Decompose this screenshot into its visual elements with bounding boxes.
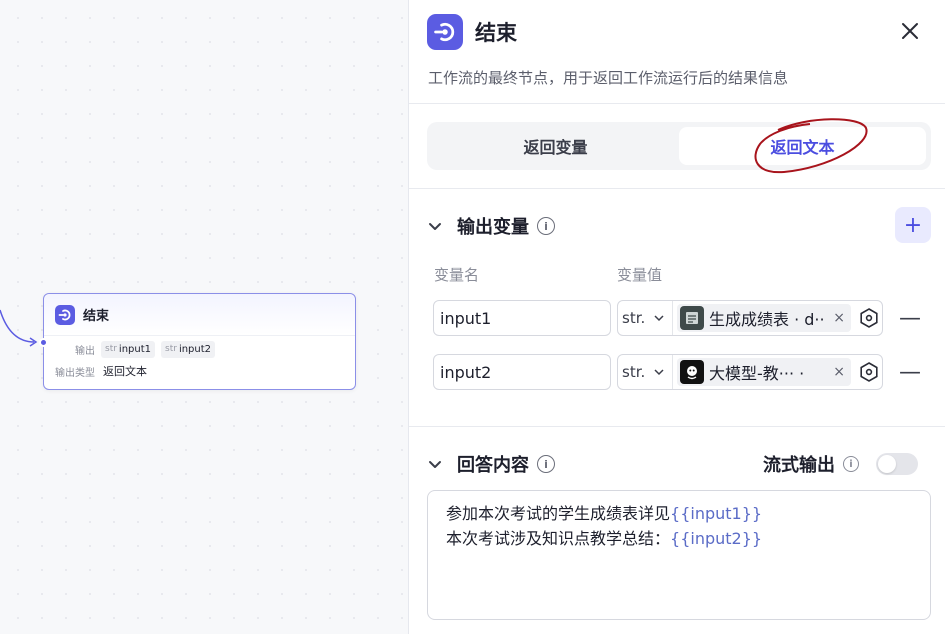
remove-reference-icon[interactable]: ×: [833, 310, 845, 326]
output-variables-header: 输出变量 i: [427, 213, 555, 239]
output-type-value: 返回文本: [103, 365, 147, 378]
delete-variable-button[interactable]: —: [899, 360, 921, 385]
info-icon[interactable]: i: [843, 456, 859, 472]
end-node-icon: [427, 14, 463, 50]
variable-picker-icon[interactable]: [857, 360, 881, 384]
llm-avatar-icon: [680, 360, 704, 384]
answer-line: 本次考试涉及知识点教学总结：{{input2}}: [446, 529, 763, 548]
variable-token: {{input1}}: [670, 504, 763, 523]
output-tag-input2: str input2: [161, 340, 216, 358]
delete-variable-button[interactable]: —: [899, 306, 921, 331]
variable-row: str. 生成成绩表 · d·· × —: [433, 300, 921, 336]
connection-edge: [0, 309, 38, 347]
chevron-down-icon: [654, 369, 664, 376]
divider: [409, 188, 945, 189]
node-input-port[interactable]: [39, 338, 48, 347]
tab-return-text[interactable]: 返回文本: [679, 127, 926, 165]
column-header-value: 变量值: [617, 266, 663, 284]
chevron-down-icon: [654, 315, 664, 322]
type-select[interactable]: str.: [618, 355, 673, 389]
stream-output-label: 流式输出: [763, 455, 835, 476]
end-node-header: 结束: [44, 294, 355, 336]
info-icon[interactable]: i: [537, 455, 555, 473]
workflow-canvas[interactable]: 结束 输出 str input1 str input2 输出类型 返回文本: [0, 0, 408, 634]
answer-content-header: 回答内容 i: [427, 451, 555, 477]
variable-reference-chip[interactable]: 生成成绩表 · d·· ×: [677, 304, 851, 332]
node-avatar-icon: [680, 306, 704, 330]
variable-row: str. 大模型-教··· · × —: [433, 354, 921, 390]
end-node-icon: [55, 304, 75, 325]
divider: [409, 103, 945, 104]
remove-reference-icon[interactable]: ×: [833, 364, 845, 380]
variable-name-input[interactable]: [433, 354, 611, 390]
end-node-title: 结束: [83, 309, 110, 324]
reference-label: 生成成绩表 · d··: [709, 310, 825, 329]
close-icon[interactable]: [899, 20, 921, 42]
chevron-down-icon[interactable]: [427, 218, 443, 234]
tab-return-variables[interactable]: 返回变量: [432, 127, 679, 165]
type-select[interactable]: str.: [618, 301, 673, 335]
variable-name-input[interactable]: [433, 300, 611, 336]
return-mode-tabs: 返回变量 返回文本: [427, 122, 931, 170]
chevron-down-icon[interactable]: [427, 456, 443, 472]
variable-value-field: str. 生成成绩表 · d·· ×: [617, 300, 883, 336]
end-node-outputs: 输出 str input1 str input2: [44, 338, 355, 360]
reference-label: 大模型-教··· ·: [709, 364, 805, 383]
add-variable-button[interactable]: +: [895, 207, 931, 243]
answer-line: 参加本次考试的学生成绩表详见{{input1}}: [446, 504, 763, 523]
toggle-knob: [878, 455, 896, 473]
info-icon[interactable]: i: [537, 217, 555, 235]
panel-header: 结束: [427, 14, 517, 50]
end-node-output-type: 输出类型 返回文本: [44, 360, 355, 382]
variable-token: {{input2}}: [670, 529, 763, 548]
output-tag-input1: str input1: [101, 340, 156, 358]
variable-reference-chip[interactable]: 大模型-教··· · ×: [677, 358, 851, 386]
answer-content-title: 回答内容: [457, 455, 529, 476]
variable-picker-icon[interactable]: [857, 306, 881, 330]
panel-title: 结束: [475, 21, 517, 45]
column-header-name: 变量名: [434, 266, 480, 284]
stream-output-toggle[interactable]: [876, 453, 918, 475]
variable-value-field: str. 大模型-教··· · ×: [617, 354, 883, 390]
output-type-label: 输出类型: [55, 367, 95, 379]
answer-content-editor[interactable]: 参加本次考试的学生成绩表详见{{input1}} 本次考试涉及知识点教学总结：{…: [427, 490, 931, 620]
output-variables-title: 输出变量: [457, 217, 529, 238]
panel-description: 工作流的最终节点，用于返回工作流运行后的结果信息: [428, 69, 789, 87]
end-node[interactable]: 结束 输出 str input1 str input2 输出类型 返回文本: [39, 293, 356, 390]
divider: [409, 426, 945, 427]
node-config-panel: 结束 工作流的最终节点，用于返回工作流运行后的结果信息 返回变量 返回文本 输出…: [408, 0, 945, 634]
output-label: 输出: [75, 345, 95, 357]
stream-output-control: 流式输出 i: [763, 451, 918, 477]
